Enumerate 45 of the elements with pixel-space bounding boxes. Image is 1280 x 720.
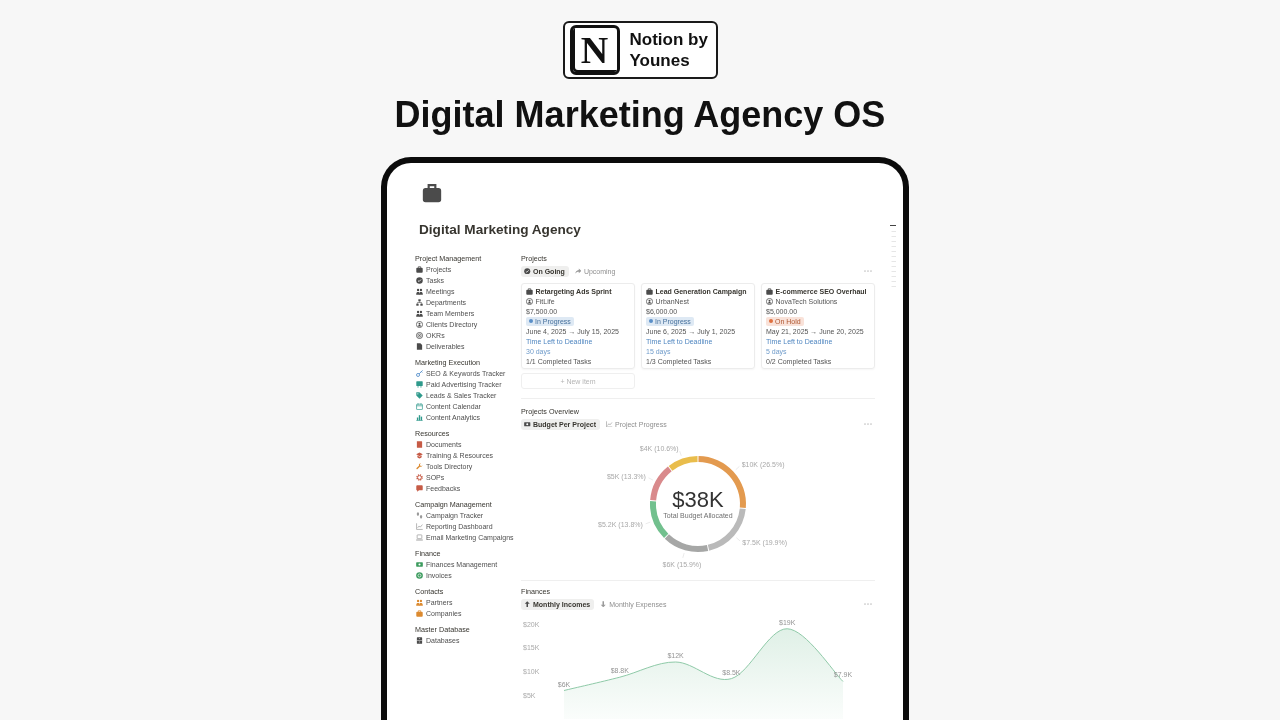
people-icon — [416, 310, 423, 317]
person-circle-icon — [526, 297, 533, 305]
share-arrow-icon — [574, 267, 582, 275]
footprints-icon — [416, 512, 423, 519]
briefcase-icon — [526, 287, 533, 295]
wrench-icon — [416, 463, 423, 470]
bar-chart-icon — [416, 414, 423, 421]
target-icon — [416, 332, 423, 339]
person-circle-icon — [416, 321, 423, 328]
document-icon — [416, 343, 423, 350]
logo-text: Notion by Younes — [629, 29, 709, 71]
briefcase-icon — [766, 287, 773, 295]
people-icon — [416, 599, 423, 606]
logo-mark: N — [569, 25, 620, 75]
arrow-down-icon — [600, 600, 607, 608]
check-circle-icon — [416, 277, 423, 284]
check-circle-icon — [524, 267, 531, 275]
briefcase-icon — [416, 266, 423, 273]
line-chart-icon — [606, 420, 613, 428]
person-circle-icon — [766, 297, 773, 305]
key-icon — [416, 370, 423, 377]
org-chart-icon — [416, 299, 423, 306]
gear-icon — [416, 474, 423, 481]
coin-icon — [416, 572, 423, 579]
line-chart-icon — [416, 523, 423, 530]
workspace-title: Digital Marketing Agency — [419, 221, 582, 238]
page-outline-drawing — [889, 225, 897, 289]
total-value: $38K — [672, 487, 724, 512]
person-circle-icon — [646, 297, 653, 305]
briefcase-icon — [422, 183, 442, 203]
calendar-icon — [416, 403, 423, 410]
graduation-cap-icon — [416, 452, 423, 459]
tag-icon — [416, 392, 423, 399]
banknote-icon — [524, 420, 531, 428]
page-title: Digital Marketing Agency OS — [394, 95, 886, 135]
book-icon — [416, 441, 423, 448]
briefcase-icon — [646, 287, 653, 295]
speech-bubble-icon — [416, 485, 423, 492]
people-icon — [416, 288, 423, 295]
banknote-icon — [416, 561, 423, 568]
billboard-icon — [416, 381, 423, 388]
arrow-up-icon — [524, 600, 531, 608]
briefcase-icon — [416, 610, 423, 617]
cabinet-icon — [416, 637, 423, 644]
laptop-icon — [416, 534, 423, 541]
